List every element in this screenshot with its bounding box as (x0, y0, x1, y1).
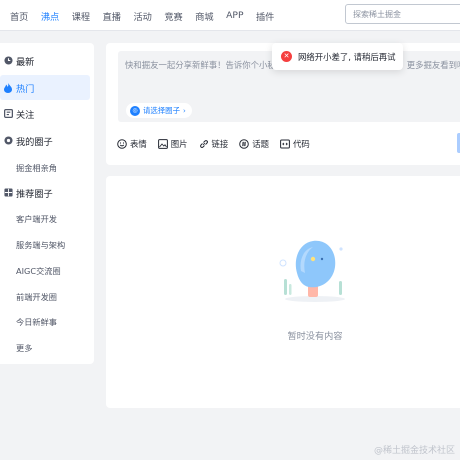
sidebar-item-hot[interactable]: 热门 (0, 75, 90, 100)
top-header: 首页 沸点 课程 直播 活动 竞赛 商城 APP 插件 (0, 0, 460, 31)
sidebar: 最新 热门 关注 我的圈子 掘金相亲角 推荐圈子 客户端开发 服务端与架构 AI… (0, 43, 94, 364)
sidebar-item-label: 推荐圈子 (16, 188, 53, 200)
follow-icon (0, 109, 16, 118)
sidebar-item-recommended[interactable]: 推荐圈子 (0, 180, 90, 205)
link-icon (199, 139, 209, 149)
nav-item-app[interactable]: APP (226, 10, 243, 21)
main-nav: 首页 沸点 课程 直播 活动 竞赛 商城 APP 插件 (10, 0, 287, 31)
grid-icon (0, 188, 16, 197)
clock-icon (0, 56, 16, 65)
code-icon (280, 139, 290, 149)
tool-label: 图片 (170, 139, 188, 149)
nav-item-plugins[interactable]: 插件 (256, 9, 274, 23)
toast-message: 网络开小差了, 请稍后再试 (298, 51, 396, 62)
chevron-right-icon: › (182, 106, 186, 115)
sidebar-item-my-circles[interactable]: 我的圈子 (0, 128, 90, 153)
error-icon: ✕ (281, 51, 292, 62)
sidebar-subitem-circle[interactable]: 客户端开发 (16, 209, 57, 229)
link-button[interactable]: 链接 (199, 138, 229, 150)
emoji-button[interactable]: 表情 (117, 138, 147, 150)
sidebar-subitem-circle[interactable]: AIGC交流圈 (16, 261, 61, 281)
sidebar-item-label: 热门 (16, 83, 35, 95)
empty-state-illustration (275, 231, 355, 306)
code-button[interactable]: 代码 (280, 138, 310, 150)
sidebar-item-latest[interactable]: 最新 (0, 48, 90, 73)
nav-item-mall[interactable]: 商城 (195, 9, 213, 23)
tool-label: 代码 (293, 139, 310, 149)
sidebar-subitem-circle[interactable]: 掘金相亲角 (16, 158, 57, 178)
nav-item-home[interactable]: 首页 (10, 9, 28, 23)
sidebar-item-follow[interactable]: 关注 (0, 101, 90, 126)
sidebar-subitem-circle[interactable]: 今日新鲜事 (16, 312, 57, 332)
topic-button[interactable]: 话题 (239, 138, 269, 150)
nav-item-contests[interactable]: 竞赛 (164, 9, 182, 23)
nav-item-live[interactable]: 直播 (103, 9, 121, 23)
nav-item-events[interactable]: 活动 (134, 9, 152, 23)
sidebar-item-label: 最新 (16, 56, 35, 68)
flame-icon (0, 82, 16, 93)
nav-item-pins[interactable]: 沸点 (41, 9, 59, 23)
smile-icon (117, 139, 127, 149)
watermark: @稀土掘金技术社区 (373, 446, 455, 456)
error-toast: ✕ 网络开小差了, 请稍后再试 (272, 43, 403, 70)
circle-icon (0, 136, 16, 145)
sidebar-item-label: 关注 (16, 109, 35, 121)
sidebar-subitem-more[interactable]: 更多 (16, 338, 32, 358)
circle-select-icon: ◎ (130, 105, 140, 116)
sidebar-subitem-circle[interactable]: 前端开发圈 (16, 287, 57, 307)
select-circle-button[interactable]: ◎ 请选择圈子 › (126, 103, 192, 118)
image-icon (157, 139, 168, 149)
empty-state-text: 暂时没有内容 (287, 331, 343, 342)
tool-label: 链接 (211, 139, 229, 149)
image-button[interactable]: 图片 (157, 138, 188, 150)
tool-label: 表情 (130, 139, 147, 149)
editor-toolbar: 表情 图片 链接 话题 代码 (117, 136, 321, 152)
tool-label: 话题 (252, 139, 269, 149)
nav-item-courses[interactable]: 课程 (72, 9, 90, 23)
search-input[interactable] (345, 4, 460, 24)
feed-list: 暂时没有内容 (106, 176, 460, 408)
sidebar-subitem-circle[interactable]: 服务端与架构 (16, 235, 65, 255)
topic-icon (239, 139, 250, 149)
sidebar-item-label: 我的圈子 (16, 136, 53, 148)
select-circle-label: 请选择圈子 (143, 106, 180, 115)
